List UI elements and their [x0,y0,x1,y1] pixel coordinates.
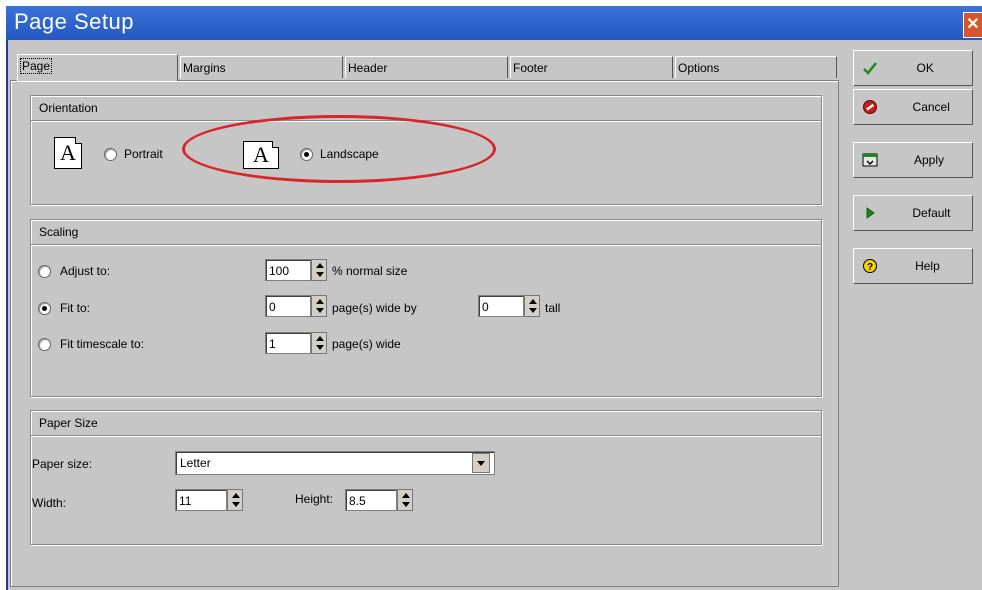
scaling-heading: Scaling [31,220,821,245]
tab-options[interactable]: Options [675,56,837,78]
paper-size-label: Paper size: [32,457,93,471]
tab-margins-label: Margins [183,61,226,75]
fit-to-wide-spin-arrows[interactable] [311,295,327,317]
height-spin-arrows[interactable] [397,489,413,511]
fit-to-radio[interactable] [38,302,51,315]
adjust-to-suffix: % normal size [332,264,408,278]
play-triangle-icon [866,207,875,219]
cancel-label: Cancel [912,100,950,114]
fit-timescale-suffix: page(s) wide [332,337,401,351]
page-setup-window: Page Setup ✕ Page Margins Header Footer … [0,0,982,590]
height-spinner[interactable]: 8.5 [345,489,415,513]
fit-to-wide-suffix: page(s) wide by [332,301,417,315]
fit-to-label[interactable]: Fit to: [60,301,90,315]
adjust-to-value[interactable]: 100 [265,259,311,281]
apply-button[interactable]: Apply [853,142,973,178]
adjust-to-label[interactable]: Adjust to: [60,264,110,278]
fit-timescale-spinner[interactable]: 1 [265,332,327,356]
default-label: Default [912,206,951,220]
landscape-page-icon: A [243,141,279,169]
paper-size-dropdown-icon[interactable] [472,453,490,473]
fit-to-wide-value[interactable]: 0 [265,295,311,317]
portrait-radio[interactable] [104,148,117,161]
fit-timescale-value[interactable]: 1 [265,332,311,354]
apply-label: Apply [913,153,945,167]
paper-size-value: Letter [180,456,211,470]
fit-timescale-spin-arrows[interactable] [311,332,327,354]
landscape-radio[interactable] [300,148,313,161]
tab-page[interactable]: Page [17,54,178,81]
adjust-to-radio[interactable] [38,265,51,278]
ok-button[interactable]: OK [853,50,973,86]
width-spinner[interactable]: 11 [175,489,245,513]
cancel-button[interactable]: Cancel [853,89,973,125]
fit-timescale-label[interactable]: Fit timescale to: [60,337,144,351]
svg-text:?: ? [867,262,873,273]
landscape-label[interactable]: Landscape [320,147,379,161]
orientation-heading: Orientation [31,96,821,121]
window-title: Page Setup [14,9,134,34]
apply-icon [862,153,878,167]
paper-size-heading: Paper Size [31,411,821,436]
help-icon: ? [863,259,877,273]
tab-header-label: Header [348,61,388,75]
check-icon [863,62,877,75]
fit-to-tall-suffix: tall [545,301,561,315]
close-icon: ✕ [966,16,980,33]
adjust-to-spin-arrows[interactable] [311,259,327,281]
tab-footer[interactable]: Footer [510,56,673,78]
height-label: Height: [295,492,334,506]
width-spin-arrows[interactable] [227,489,243,511]
paper-size-select[interactable]: Letter [175,451,495,475]
ok-label: OK [916,61,934,75]
fit-to-wide-spinner[interactable]: 0 [265,295,327,319]
tab-header[interactable]: Header [345,56,508,78]
fit-to-tall-value[interactable]: 0 [478,295,524,317]
close-button[interactable]: ✕ [963,12,982,38]
default-button[interactable]: Default [853,195,973,231]
tab-footer-label: Footer [513,61,548,75]
fit-timescale-radio[interactable] [38,338,51,351]
portrait-label[interactable]: Portrait [124,147,163,161]
help-label: Help [915,259,940,273]
portrait-page-icon: A [54,137,82,169]
scaling-group: Scaling [30,219,822,397]
fit-to-tall-spin-arrows[interactable] [524,295,540,317]
tab-page-label: Page [20,58,53,74]
paper-size-group: Paper Size [30,410,822,545]
adjust-to-spinner[interactable]: 100 [265,259,327,283]
tab-options-label: Options [678,61,720,75]
no-entry-icon [863,100,877,114]
tab-margins[interactable]: Margins [180,56,343,78]
height-value[interactable]: 8.5 [345,489,397,511]
help-button[interactable]: ? Help [853,248,973,284]
title-bar[interactable]: Page Setup ✕ [6,6,982,40]
width-label: Width: [32,496,67,510]
fit-to-tall-spinner[interactable]: 0 [478,295,540,319]
width-value[interactable]: 11 [175,489,227,511]
